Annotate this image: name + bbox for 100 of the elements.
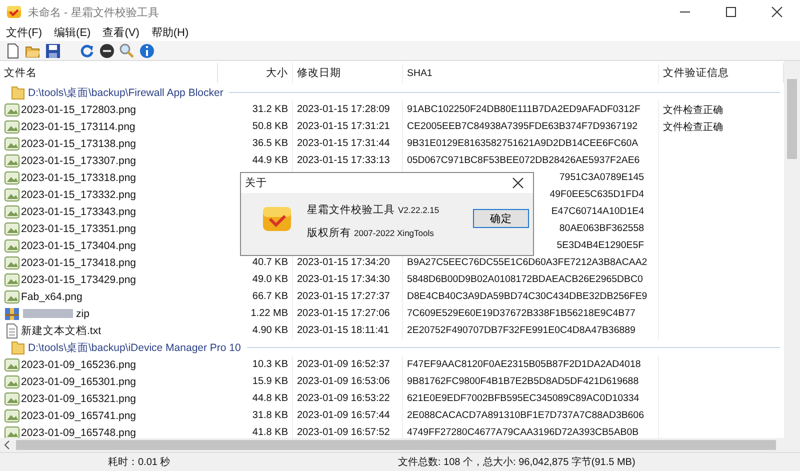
file-name[interactable]: 2023-01-15_173307.png	[21, 154, 136, 166]
menu-item[interactable]: 查看(V)	[102, 25, 140, 40]
image-file-icon	[4, 254, 20, 270]
modified-date: 2023-01-09 16:57:44	[297, 410, 390, 421]
menu-item[interactable]: 编辑(E)	[53, 25, 92, 40]
column-header[interactable]: 文件名	[0, 63, 218, 83]
status-text: 文件总数: 108 个，总大小: 96,042,875 字节(91.5 MB)	[398, 456, 636, 469]
file-name[interactable]: 2023-01-15_172803.png	[21, 104, 136, 116]
file-size: 10.3 KB	[252, 359, 288, 370]
file-name[interactable]: 2023-01-15_173404.png	[21, 240, 136, 252]
file-name[interactable]: 2023-01-15_173343.png	[21, 206, 136, 218]
file-name[interactable]: 2023-01-15_173114.png	[21, 120, 136, 132]
modified-date: 2023-01-09 16:57:52	[297, 427, 390, 438]
sha1-hash: E47C60714A10D1E4	[551, 206, 644, 217]
file-name[interactable]: Fab_x64.png	[21, 290, 82, 302]
file-name[interactable]: 新建文本文档.txt	[21, 324, 102, 338]
menu-item[interactable]: 文件(F)	[5, 25, 44, 40]
sha1-hash: 7951C3A0789E145	[559, 172, 644, 183]
modified-date: 2023-01-15 17:31:44	[297, 138, 390, 149]
file-size: 50.8 KB	[252, 121, 288, 132]
verify-result: 文件检查正确	[663, 104, 723, 116]
stop-icon[interactable]	[99, 42, 115, 58]
image-file-icon	[4, 220, 20, 236]
sha1-hash: 621E0E9EDF7002BFB595EC345089C89AC0D10334	[407, 393, 640, 404]
column-header[interactable]: 修改日期	[293, 63, 403, 83]
file-size: 15.9 KB	[252, 376, 288, 387]
vertical-scrollbar[interactable]	[784, 61, 800, 438]
folder-icon	[10, 84, 26, 100]
menu-item[interactable]: 帮助(H)	[150, 25, 190, 40]
modified-date: 2023-01-15 17:33:13	[297, 155, 390, 166]
image-file-icon	[4, 408, 20, 424]
sha1-hash: 2E20752F490707DB7F32FE991E0C4D8A47B36889	[407, 325, 636, 336]
archive-icon	[4, 306, 20, 322]
file-size: 49.0 KB	[252, 274, 288, 285]
horizontal-scrollbar[interactable]	[0, 438, 800, 452]
version-text: V2.22.2.15	[398, 205, 440, 215]
file-size: 31.8 KB	[252, 410, 288, 421]
modified-date: 2023-01-09 16:52:37	[297, 359, 390, 370]
file-size: 41.8 KB	[252, 427, 288, 438]
image-file-icon	[4, 390, 20, 406]
file-size: 31.2 KB	[252, 104, 288, 115]
sha1-hash: 5848D6B00D9B02A0108172BDAEACB26E2965DBC0	[407, 274, 643, 285]
close-icon[interactable]	[511, 176, 525, 190]
file-name[interactable]: 2023-01-15_173418.png	[21, 256, 136, 268]
sha1-hash: F47EF9AAC8120F0AE2315B05B87F2D1DA2AD4018	[407, 359, 641, 370]
modified-date: 2023-01-15 17:28:09	[297, 104, 390, 115]
file-name[interactable]: 2023-01-09_165748.png	[21, 426, 136, 438]
sha1-hash: D8E4CB40C3A9DA59BD74C30C434DBE32DB256FE9	[407, 291, 648, 302]
file-size: 44.8 KB	[252, 393, 288, 404]
image-file-icon	[4, 170, 20, 186]
image-file-icon	[4, 238, 20, 254]
image-file-icon	[4, 204, 20, 220]
file-name[interactable]: zip	[76, 308, 90, 320]
column-header[interactable]: 大小	[218, 63, 293, 83]
dialog-title: 关于	[245, 176, 267, 190]
file-name[interactable]: 2023-01-15_173318.png	[21, 172, 136, 184]
sha1-hash: 05D067C971BC8F53BEE072DB28426AE5937F2AE6	[407, 155, 640, 166]
file-name[interactable]: 2023-01-15_173138.png	[21, 138, 136, 150]
column-header[interactable]: SHA1	[403, 63, 659, 83]
sha1-hash: B9A27C5EEC76DC55E1C6D60A3FE7212A3B8ACAA2	[407, 257, 648, 268]
modified-date: 2023-01-15 17:34:20	[297, 257, 390, 268]
sha1-hash: 49F0EE5C635D1FD4	[550, 189, 644, 200]
image-file-icon	[4, 272, 20, 288]
modified-date: 2023-01-15 17:27:37	[297, 291, 390, 302]
file-name[interactable]: 2023-01-15_173429.png	[21, 274, 136, 286]
sha1-hash: 7C609E529E60E19D37672B338F1B56218E9C4B77	[407, 308, 636, 319]
info-icon[interactable]	[139, 42, 155, 58]
file-name[interactable]: 2023-01-09_165301.png	[21, 376, 136, 388]
image-file-icon	[4, 102, 20, 118]
modified-date: 2023-01-15 17:31:21	[297, 121, 390, 132]
status-text: 耗时：0.01 秒	[108, 456, 172, 469]
modified-date: 2023-01-15 18:11:41	[297, 325, 390, 336]
modified-date: 2023-01-15 17:34:30	[297, 274, 390, 285]
sha1-hash: 80AE063BF362558	[559, 223, 644, 234]
text-file-icon	[4, 322, 20, 338]
file-name[interactable]: 2023-01-09_165741.png	[21, 410, 136, 422]
image-file-icon	[4, 288, 20, 304]
refresh-icon[interactable]	[79, 42, 95, 58]
file-size: 1.22 MB	[250, 308, 288, 319]
sha1-hash: 9B81762FC9800F4B1B7E2B5D8AD5DF421D619688	[407, 376, 639, 387]
modified-date: 2023-01-15 17:27:06	[297, 308, 390, 319]
copyright-text: 2007-2022 XingTools	[354, 228, 434, 238]
folder-path[interactable]: D:\tools\桌面\backup\iDevice Manager Pro 10	[28, 340, 241, 354]
copyright-label: 版权所有	[307, 226, 351, 240]
file-name[interactable]: 2023-01-15_173351.png	[21, 222, 136, 234]
ok-button[interactable]: 确定	[473, 209, 529, 228]
image-file-icon	[4, 152, 20, 168]
image-file-icon	[4, 356, 20, 372]
file-size: 44.9 KB	[252, 155, 288, 166]
scroll-left-icon	[2, 438, 12, 452]
sha1-hash: 2E088CACACD7A891310BF1E7D737A7C88AD3B606	[407, 410, 644, 421]
file-name[interactable]: 2023-01-09_165236.png	[21, 358, 136, 370]
app-name: 星霜文件校验工具	[307, 203, 395, 217]
image-file-icon	[4, 118, 20, 134]
new-file-icon[interactable]	[5, 42, 21, 58]
folder-path[interactable]: D:\tools\桌面\backup\Firewall App Blocker	[28, 86, 224, 100]
file-name[interactable]: 2023-01-15_173332.png	[21, 188, 136, 200]
modified-date: 2023-01-09 16:53:22	[297, 393, 390, 404]
file-name[interactable]: 2023-01-09_165321.png	[21, 392, 136, 404]
sha1-hash: 4749FF27280C4677A79CAA3196D72A393CB5AB0B	[407, 427, 639, 438]
